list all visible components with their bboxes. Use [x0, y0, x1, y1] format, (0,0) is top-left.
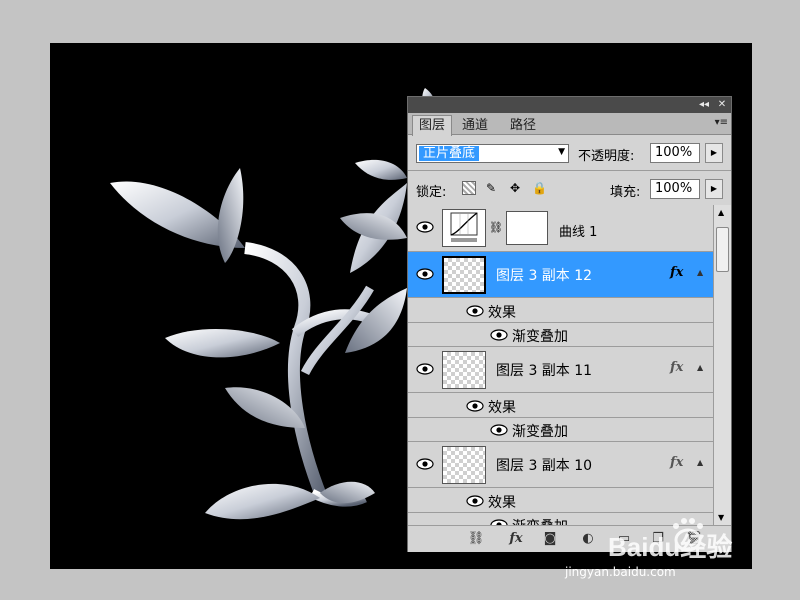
layer-name: 曲线 1 — [559, 225, 598, 240]
blend-mode-select[interactable]: 正片叠底 ▼ — [416, 144, 569, 163]
layers-list: ⛓ 曲线 1 图层 3 副本 12 fx ▲ 效果 渐变叠加 图层 3 副本 1… — [408, 205, 713, 525]
eye-icon[interactable] — [466, 495, 484, 507]
layer-mask-thumbnail[interactable] — [506, 211, 548, 245]
fx-icon[interactable]: fx — [670, 360, 683, 375]
layer-thumbnail — [442, 256, 486, 294]
layer-name: 图层 3 副本 10 — [496, 458, 593, 474]
effects-row[interactable]: 效果 — [408, 298, 713, 323]
layer-thumbnail — [442, 446, 486, 484]
expand-triangle-icon[interactable]: ▲ — [697, 268, 703, 277]
panel-menu-icon[interactable]: ▾≡ — [715, 117, 728, 128]
link-icon[interactable]: ⛓ — [466, 530, 486, 548]
tab-layers[interactable]: 图层 — [412, 115, 453, 136]
opacity-input[interactable]: 100% — [650, 143, 700, 163]
mask-icon[interactable]: ◙ — [540, 530, 560, 548]
lock-brush-icon[interactable]: ✎ — [484, 181, 498, 195]
layer-row-selected[interactable]: 图层 3 副本 12 fx ▲ — [408, 252, 713, 298]
chevron-down-icon: ▼ — [558, 147, 565, 157]
expand-triangle-icon[interactable]: ▲ — [697, 458, 703, 467]
effects-label: 效果 — [488, 495, 516, 511]
layer-row[interactable]: 图层 3 副本 10 fx ▲ — [408, 442, 713, 488]
gradient-overlay-label: 渐变叠加 — [512, 516, 568, 525]
eye-icon[interactable] — [490, 329, 508, 341]
lock-transparency-icon[interactable] — [462, 181, 476, 195]
collapse-icon[interactable]: ◂◂ — [697, 98, 711, 111]
panel-titlebar[interactable]: ◂◂ ✕ — [408, 97, 731, 113]
layers-scrollbar[interactable]: ▲ ▼ — [713, 205, 731, 525]
layer-name: 图层 3 副本 11 — [496, 363, 593, 379]
fill-slider-toggle[interactable]: ▶ — [705, 179, 723, 199]
lock-all-icon[interactable]: 🔒 — [532, 181, 547, 195]
effect-row[interactable]: 渐变叠加 — [408, 418, 713, 442]
close-icon[interactable]: ✕ — [715, 98, 729, 111]
fx-icon[interactable]: fx — [506, 530, 526, 548]
panel-tabs: 图层 通道 路径 ▾≡ — [408, 113, 731, 136]
curves-adjustment-icon — [442, 209, 486, 247]
eye-icon[interactable] — [416, 458, 434, 470]
layer-row[interactable]: ⛓ 曲线 1 — [408, 205, 713, 252]
eye-icon[interactable] — [466, 400, 484, 412]
eye-icon[interactable] — [416, 221, 434, 233]
watermark-url: jingyan.baidu.com — [565, 565, 676, 579]
layer-name: 图层 3 副本 12 — [496, 268, 593, 284]
blend-mode-value: 正片叠底 — [419, 146, 480, 161]
eye-icon[interactable] — [490, 424, 508, 436]
watermark-logo: Baidu经验 — [600, 512, 760, 566]
gradient-overlay-label: 渐变叠加 — [512, 424, 568, 440]
gradient-overlay-label: 渐变叠加 — [512, 329, 568, 345]
effects-label: 效果 — [488, 305, 516, 321]
adjustment-icon[interactable]: ◐ — [578, 530, 598, 548]
scrollbar-thumb[interactable] — [716, 227, 729, 272]
eye-icon[interactable] — [416, 268, 434, 280]
opacity-slider-toggle[interactable]: ▶ — [705, 143, 723, 163]
scroll-up-icon[interactable]: ▲ — [718, 208, 724, 217]
layer-thumbnail — [442, 351, 486, 389]
expand-triangle-icon[interactable]: ▲ — [697, 363, 703, 372]
lock-move-icon[interactable]: ✥ — [508, 181, 522, 195]
layers-panel: ◂◂ ✕ 图层 通道 路径 ▾≡ 正片叠底 ▼ 不透明度: 100% ▶ 锁定:… — [407, 96, 732, 552]
watermark-text: Baidu经验 — [608, 532, 732, 562]
effects-row[interactable]: 效果 — [408, 488, 713, 513]
fill-label: 填充: — [610, 185, 641, 200]
tab-paths[interactable]: 路径 — [504, 116, 542, 135]
chain-link-icon[interactable]: ⛓ — [489, 221, 503, 234]
opacity-label: 不透明度: — [578, 149, 635, 164]
fill-input[interactable]: 100% — [650, 179, 700, 199]
tab-channels[interactable]: 通道 — [456, 116, 494, 135]
fx-icon[interactable]: fx — [670, 265, 683, 280]
eye-icon[interactable] — [466, 305, 484, 317]
effects-row[interactable]: 效果 — [408, 393, 713, 418]
eye-icon[interactable] — [416, 363, 434, 375]
divider — [408, 170, 731, 171]
layer-row[interactable]: 图层 3 副本 11 fx ▲ — [408, 347, 713, 393]
effect-row[interactable]: 渐变叠加 — [408, 323, 713, 347]
lock-label: 锁定: — [416, 185, 447, 200]
effects-label: 效果 — [488, 400, 516, 416]
fx-icon[interactable]: fx — [670, 455, 683, 470]
